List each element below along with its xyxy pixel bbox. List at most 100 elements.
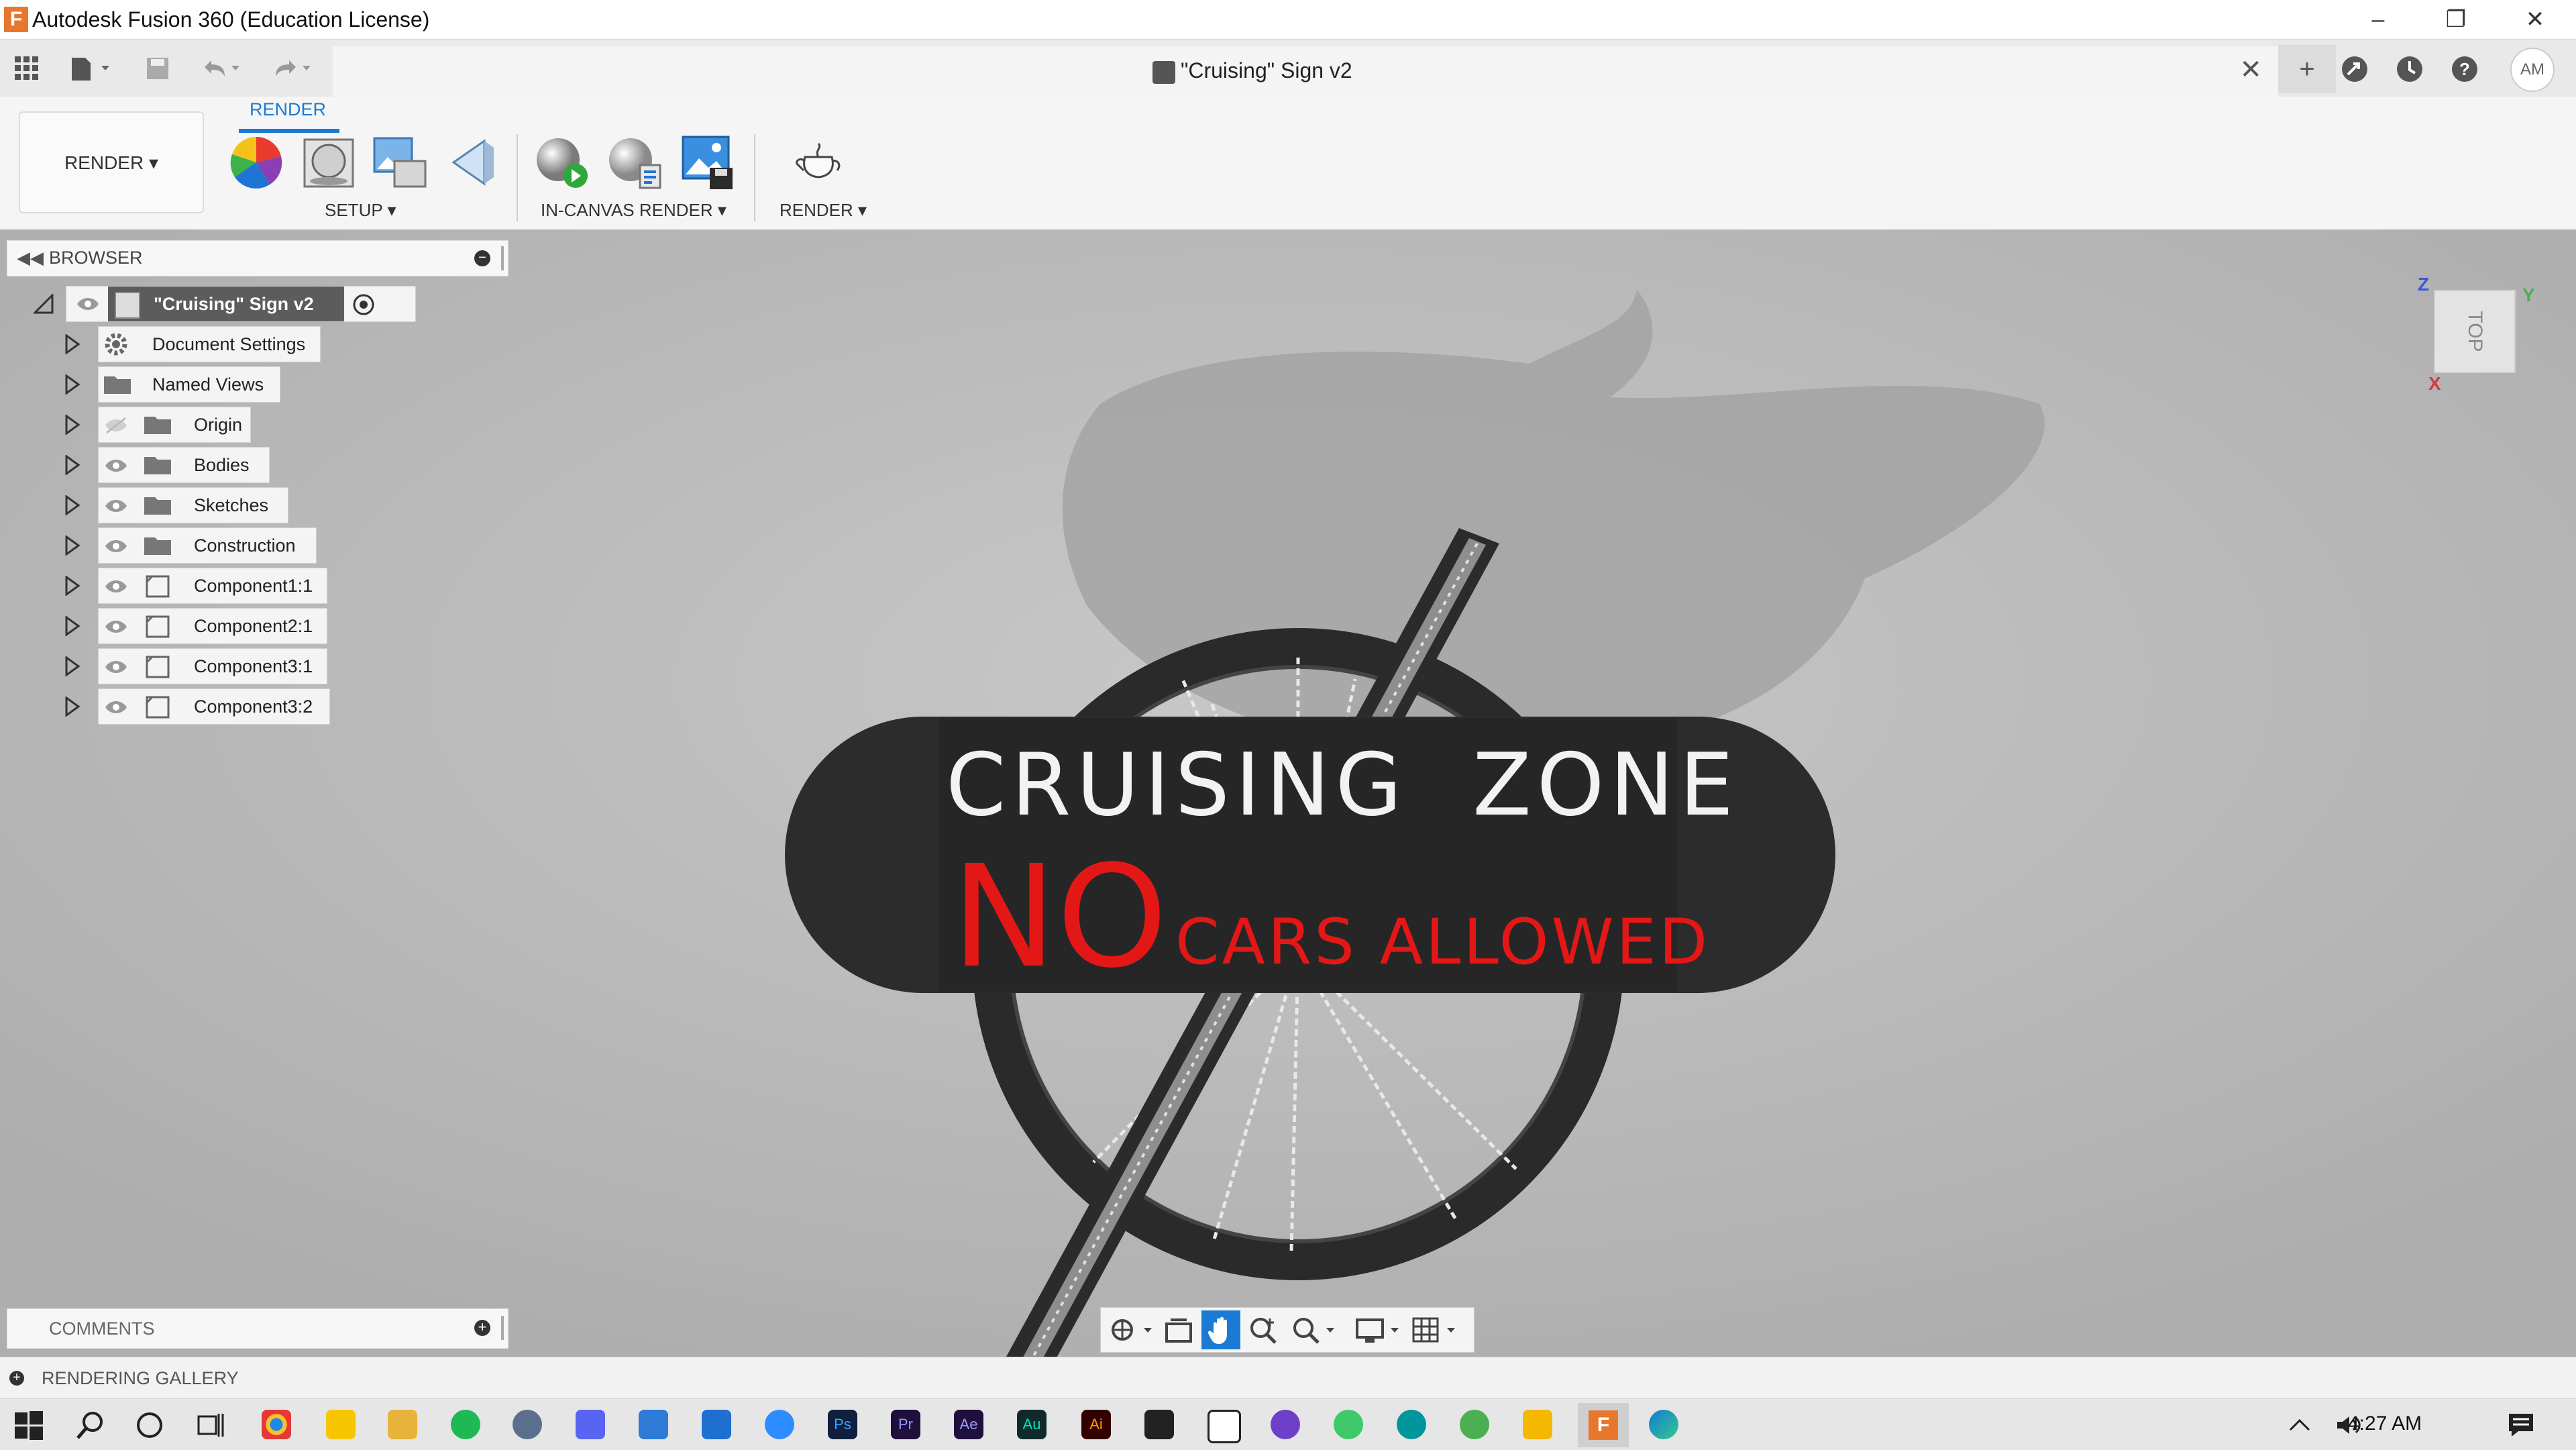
cortana-icon[interactable] [134, 1410, 165, 1441]
eye-icon[interactable] [104, 618, 128, 635]
eye-icon[interactable] [104, 578, 128, 595]
search-icon[interactable] [75, 1410, 106, 1441]
in-canvas-render-icon[interactable] [534, 134, 590, 191]
look-at-icon[interactable] [1161, 1313, 1196, 1347]
expand-triangle-icon[interactable] [64, 495, 80, 515]
pan-button[interactable] [1201, 1310, 1240, 1349]
edge-icon[interactable] [1649, 1410, 1678, 1439]
panel-resize-handle[interactable] [501, 246, 504, 270]
scene-settings-icon[interactable] [301, 134, 357, 191]
acrobat-icon[interactable] [1144, 1410, 1174, 1439]
illustrator-icon[interactable]: Ai [1081, 1410, 1111, 1439]
job-status-icon[interactable] [2390, 49, 2430, 89]
app-icon[interactable] [702, 1410, 731, 1439]
rendering-gallery-bar[interactable]: + RENDERING GALLERY [0, 1357, 2576, 1399]
orbit-icon[interactable] [1106, 1313, 1160, 1347]
browser-panel-header[interactable]: ◀◀ BROWSER − [7, 240, 508, 276]
panel-resize-handle[interactable] [501, 1316, 504, 1340]
taskbar-clock[interactable]: 4:27 AM [2348, 1412, 2422, 1435]
grid-settings-icon[interactable] [1409, 1313, 1463, 1347]
expand-triangle-icon[interactable] [64, 656, 80, 676]
comments-panel[interactable]: COMMENTS + [7, 1308, 508, 1349]
tab-render[interactable]: RENDER [250, 99, 326, 120]
appearance-icon[interactable] [228, 134, 284, 191]
eye-icon[interactable] [76, 295, 100, 313]
in-canvas-render-settings-icon[interactable] [606, 134, 663, 191]
expand-triangle-icon[interactable] [64, 535, 80, 556]
eye-icon[interactable] [104, 537, 128, 555]
photoshop-icon[interactable]: Ps [828, 1410, 857, 1439]
document-tab[interactable]: "Cruising" Sign v2 ✕ [333, 46, 2278, 97]
eye-icon[interactable] [104, 658, 128, 676]
notifications-icon[interactable] [2506, 1411, 2536, 1439]
activate-radio-icon[interactable] [352, 293, 375, 316]
minimize-button[interactable]: – [2341, 0, 2415, 39]
render-teapot-icon[interactable] [792, 134, 848, 191]
collapse-browser-icon[interactable]: − [474, 250, 490, 266]
close-window-button[interactable]: ✕ [2498, 0, 2572, 39]
canvas-viewport[interactable]: CRUISING ZONE NO CARS ALLOWED [0, 229, 2576, 1357]
root-node-box[interactable]: "Cruising" Sign v2 [66, 286, 416, 322]
calculator-icon[interactable] [639, 1410, 668, 1439]
eye-icon[interactable] [104, 698, 128, 716]
capture-image-icon[interactable] [679, 134, 735, 191]
user-avatar[interactable]: AM [2510, 48, 2555, 92]
view-cube-face-top[interactable]: TOP [2434, 292, 2515, 371]
expanded-triangle-icon[interactable] [34, 294, 54, 314]
redo-icon[interactable] [266, 52, 319, 85]
task-view-icon[interactable] [195, 1410, 225, 1441]
eye-icon[interactable] [104, 497, 128, 515]
sticky-notes-icon[interactable] [326, 1410, 356, 1439]
help-icon[interactable]: ? [2445, 49, 2485, 89]
close-tab-icon[interactable]: ✕ [2239, 54, 2262, 85]
audition-icon[interactable]: Au [1017, 1410, 1046, 1439]
display-settings-icon[interactable] [1353, 1313, 1407, 1347]
expand-triangle-icon[interactable] [64, 616, 80, 636]
file-menu-icon[interactable] [64, 52, 118, 85]
eye-hidden-icon[interactable] [104, 417, 128, 434]
premiere-icon[interactable]: Pr [891, 1410, 920, 1439]
file-explorer-icon[interactable] [388, 1410, 417, 1439]
expand-gallery-icon[interactable]: + [9, 1371, 24, 1386]
decal-icon[interactable] [444, 134, 500, 191]
app-icon[interactable] [1334, 1410, 1363, 1439]
view-cube[interactable]: TOP [2434, 290, 2516, 373]
workspace-switcher[interactable]: RENDER ▾ [19, 111, 204, 213]
discord-icon[interactable] [576, 1410, 605, 1439]
gear-icon [105, 333, 127, 356]
texture-map-icon[interactable] [372, 134, 428, 191]
chrome-icon[interactable] [262, 1410, 291, 1439]
after-effects-icon[interactable]: Ae [954, 1410, 983, 1439]
arduino-icon[interactable] [1397, 1410, 1426, 1439]
expand-triangle-icon[interactable] [64, 455, 80, 475]
app-grid-icon[interactable] [12, 52, 42, 85]
app-icon[interactable] [1523, 1410, 1552, 1439]
add-comment-icon[interactable]: + [474, 1320, 490, 1336]
setup-group-label[interactable]: SETUP ▾ [325, 200, 396, 221]
undo-icon[interactable] [195, 52, 248, 85]
in-canvas-render-group-label[interactable]: IN-CANVAS RENDER ▾ [541, 200, 727, 221]
app-icon[interactable] [513, 1410, 542, 1439]
spotify-icon[interactable] [451, 1410, 480, 1439]
restore-button[interactable]: ❐ [2419, 0, 2493, 39]
expand-triangle-icon[interactable] [64, 576, 80, 596]
fusion-taskbar-active[interactable]: F [1578, 1403, 1629, 1447]
zoom-icon[interactable] [1247, 1313, 1282, 1347]
expand-triangle-icon[interactable] [64, 374, 80, 395]
expand-triangle-icon[interactable] [64, 334, 80, 354]
expand-triangle-icon[interactable] [64, 696, 80, 717]
save-icon[interactable] [141, 52, 174, 85]
render-group-label[interactable]: RENDER ▾ [780, 200, 867, 221]
app-icon[interactable] [1208, 1410, 1241, 1443]
eye-icon[interactable] [104, 457, 128, 474]
app-icon[interactable] [1460, 1410, 1489, 1439]
fit-zoom-icon[interactable] [1289, 1313, 1342, 1347]
windows-start-icon[interactable] [13, 1410, 44, 1441]
zoom-app-icon[interactable] [765, 1410, 794, 1439]
extensions-icon[interactable] [2334, 49, 2375, 89]
expand-triangle-icon[interactable] [64, 415, 80, 435]
new-tab-button[interactable]: + [2278, 45, 2336, 93]
chevron-up-icon[interactable] [2286, 1414, 2313, 1437]
collapse-panel-icon[interactable]: ◀◀ [17, 248, 44, 268]
github-icon[interactable] [1271, 1410, 1300, 1439]
